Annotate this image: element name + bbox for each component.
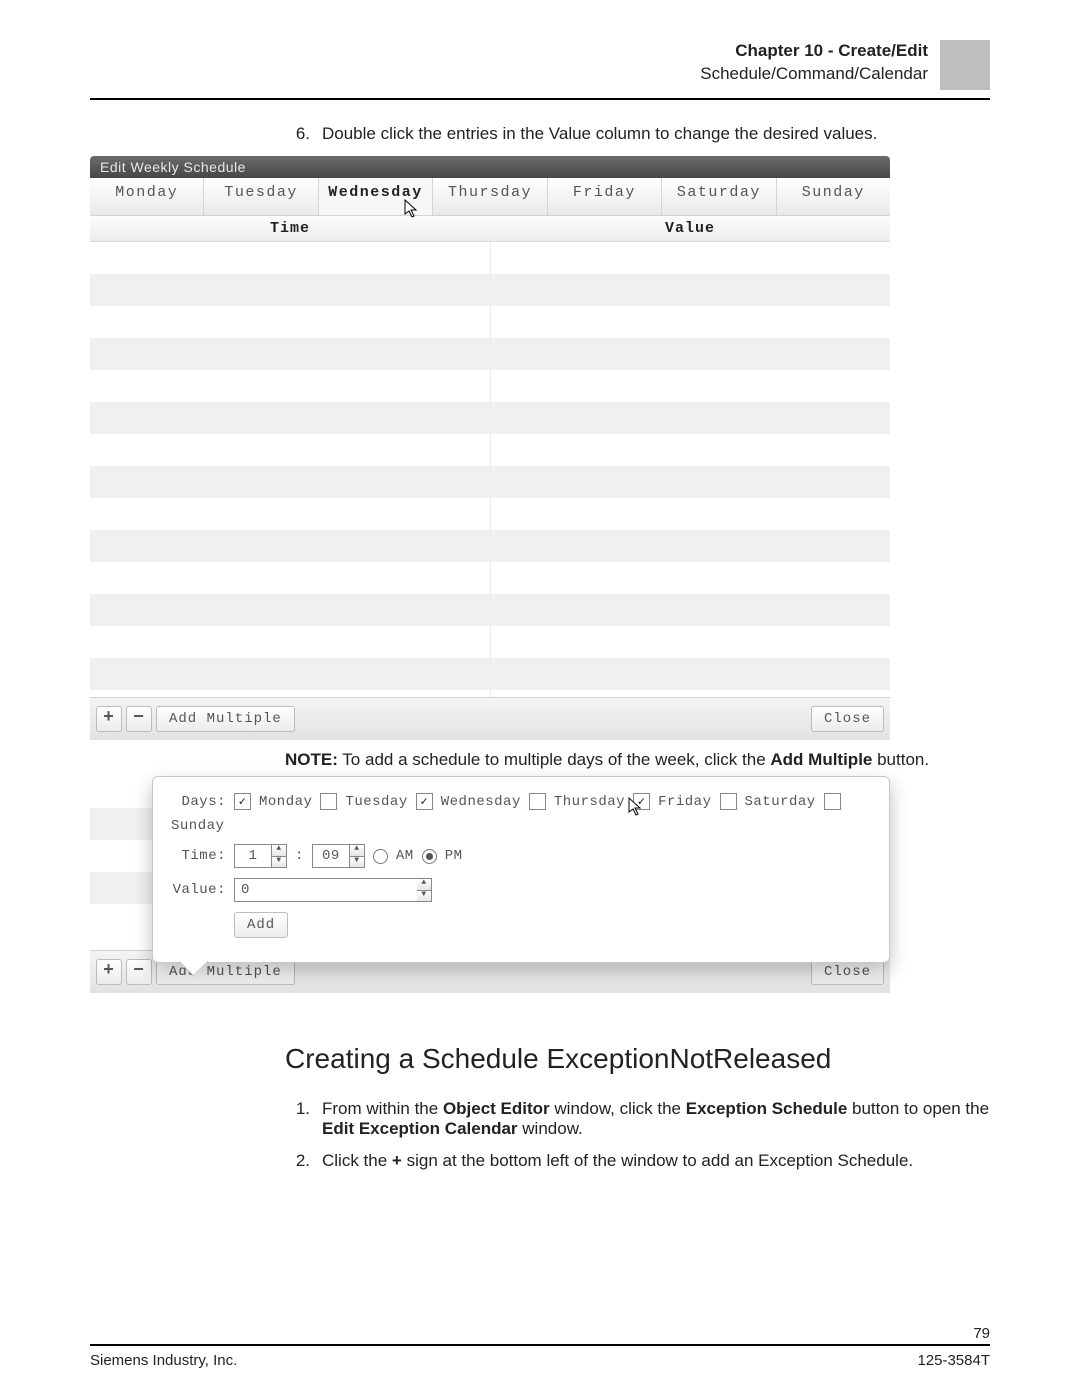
checkbox-friday-label: Friday [658,794,711,810]
remove-button[interactable]: − [126,706,152,732]
note-line: NOTE: To add a schedule to multiple days… [285,750,990,770]
hour-up-icon[interactable]: ▲ [272,845,286,857]
exception-step-1-number: 1. [285,1099,310,1139]
minute-down-icon[interactable]: ▼ [350,857,364,868]
exception-step-1: 1. From within the Object Editor window,… [285,1099,990,1139]
checkbox-monday-label: Monday [259,794,312,810]
note-text: To add a schedule to multiple days of th… [338,750,771,769]
footer-left: Siemens Industry, Inc. [90,1352,237,1369]
toolbar: + − Add Multiple Close [90,697,890,740]
minute-up-icon[interactable]: ▲ [350,845,364,857]
checkbox-tuesday[interactable] [320,793,337,810]
page-number: 79 [90,1325,990,1342]
remove-button-2[interactable]: − [126,959,152,985]
step-6-number: 6. [285,124,310,144]
edit-weekly-schedule-window: Edit Weekly Schedule Monday Tuesday Wedn… [90,156,890,740]
exception-step-1-text: From within the Object Editor window, cl… [322,1099,990,1139]
cursor-icon [404,199,420,219]
footer-right: 125-3584T [917,1352,990,1369]
add-button[interactable]: + [96,706,122,732]
hour-down-icon[interactable]: ▼ [272,857,286,868]
checkbox-wednesday-label: Wednesday [441,794,521,810]
time-separator: : [295,848,304,864]
window-title: Edit Weekly Schedule [90,156,890,178]
radio-pm-label: PM [445,848,463,864]
checkbox-sunday[interactable] [824,793,841,810]
time-label: Time: [171,848,226,864]
tab-saturday[interactable]: Saturday [661,178,775,215]
table-headers: Time Value [90,216,890,242]
radio-pm[interactable] [422,849,437,864]
step-6-text: Double click the entries in the Value co… [322,124,990,144]
hour-value: 1 [235,845,272,867]
close-button[interactable]: Close [811,706,884,732]
popup-add-button[interactable]: Add [234,912,288,938]
schedule-table[interactable] [90,242,890,697]
add-multiple-popup: Days: Monday Tuesday Wednesday Thursday … [152,776,890,963]
cursor-icon [628,797,644,817]
exception-step-2: 2. Click the + sign at the bottom left o… [285,1151,990,1171]
header-line2: Schedule/Command/Calendar [700,63,928,86]
add-button-2[interactable]: + [96,959,122,985]
checkbox-thursday-label: Thursday [554,794,625,810]
exception-step-2-number: 2. [285,1151,310,1171]
checkbox-sunday-label: Sunday [171,818,224,834]
days-label: Days: [171,794,226,810]
note-tail: button. [872,750,929,769]
value-stepper[interactable]: 0 ▲▼ [234,878,432,902]
checkbox-monday[interactable] [234,793,251,810]
add-multiple-screenshot: Days: Monday Tuesday Wednesday Thursday … [90,776,890,993]
radio-am-label: AM [396,848,414,864]
tab-monday[interactable]: Monday [90,178,203,215]
checkbox-wednesday[interactable] [416,793,433,810]
value-up-icon[interactable]: ▲ [417,879,431,891]
minute-value: 09 [313,845,350,867]
tab-thursday[interactable]: Thursday [432,178,546,215]
col-time: Time [90,216,490,241]
tab-wednesday[interactable]: Wednesday [318,178,432,215]
page-footer: 79 Siemens Industry, Inc. 125-3584T [90,1325,990,1369]
checkbox-tuesday-label: Tuesday [345,794,407,810]
exception-step-2-text: Click the + sign at the bottom left of t… [322,1151,990,1171]
tab-friday[interactable]: Friday [547,178,661,215]
tab-tuesday[interactable]: Tuesday [203,178,317,215]
col-value: Value [490,216,890,241]
tab-sunday[interactable]: Sunday [776,178,890,215]
section-heading: Creating a Schedule ExceptionNotReleased [285,1043,990,1075]
value-input[interactable]: 0 [235,879,417,901]
minute-stepper[interactable]: 09 ▲▼ [312,844,365,868]
note-label: NOTE: [285,750,338,769]
checkbox-thursday[interactable] [529,793,546,810]
page-header: Chapter 10 - Create/Edit Schedule/Comman… [90,40,990,100]
checkbox-saturday[interactable] [720,793,737,810]
checkbox-saturday-label: Saturday [745,794,816,810]
day-tabs: Monday Tuesday Wednesday Thursday Friday… [90,178,890,216]
value-down-icon[interactable]: ▼ [417,891,431,902]
note-bold: Add Multiple [770,750,872,769]
step-6: 6. Double click the entries in the Value… [285,124,990,144]
hour-stepper[interactable]: 1 ▲▼ [234,844,287,868]
radio-am[interactable] [373,849,388,864]
value-label: Value: [171,882,226,898]
header-line1: Chapter 10 - Create/Edit [700,40,928,63]
add-multiple-button[interactable]: Add Multiple [156,706,295,732]
logo-placeholder [940,40,990,90]
